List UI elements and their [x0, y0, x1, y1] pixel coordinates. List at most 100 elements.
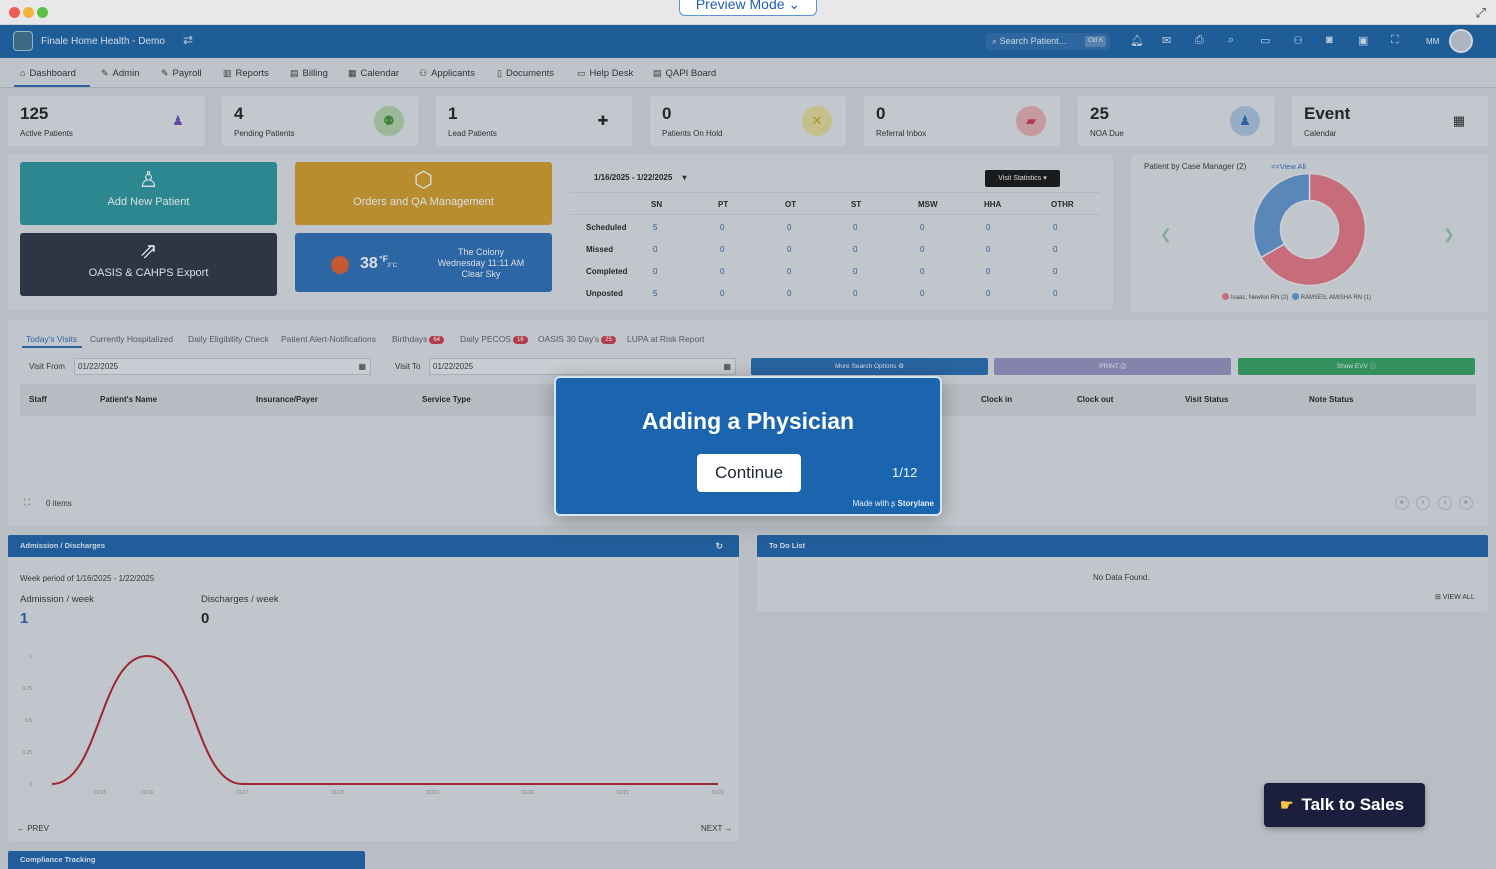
- column-header[interactable]: Visit Status: [1185, 395, 1228, 404]
- stats-value-link[interactable]: 0: [986, 223, 990, 232]
- column-header[interactable]: Insurance/Payer: [256, 395, 318, 404]
- nav-item-qapi-board[interactable]: ▤ QAPI Board: [653, 68, 716, 79]
- fullscreen-icon[interactable]: ⛶: [24, 497, 30, 508]
- video-icon[interactable]: ▣: [1358, 34, 1368, 47]
- stat-card-noa-due[interactable]: 25 NOA Due ♟: [1078, 96, 1274, 146]
- orders-qa-button[interactable]: ⬡ Orders and QA Management: [295, 162, 552, 225]
- stats-value-link[interactable]: 0: [787, 245, 791, 254]
- users-icon[interactable]: ⚇: [1293, 34, 1303, 47]
- tab-birthdays[interactable]: Birthdays 64: [392, 334, 445, 344]
- stats-value-link[interactable]: 0: [986, 245, 990, 254]
- fullscreen-icon[interactable]: ⤢: [1476, 5, 1486, 21]
- search-patient-input[interactable]: ⌕ Search Patient... Ctrl K: [986, 33, 1110, 50]
- continue-button[interactable]: Continue: [697, 454, 801, 492]
- stats-value-link[interactable]: 0: [1053, 267, 1057, 276]
- last-page-button[interactable]: »: [1459, 496, 1473, 510]
- pie-prev-arrow[interactable]: ❮: [1160, 226, 1172, 243]
- close-window-button[interactable]: [9, 7, 20, 18]
- maximize-window-button[interactable]: [37, 7, 48, 18]
- oasis-cahps-export-button[interactable]: ⇗ OASIS & CAHPS Export: [20, 233, 277, 296]
- todo-view-all-link[interactable]: ⊞ VIEW ALL: [1435, 593, 1475, 601]
- stat-card-pending-patients[interactable]: 4 Pending Patients ⚉: [222, 96, 418, 146]
- stats-value-link[interactable]: 0: [920, 289, 924, 298]
- stats-value-link[interactable]: 0: [653, 245, 657, 254]
- stats-value-link[interactable]: 0: [1053, 289, 1057, 298]
- nav-item-billing[interactable]: ▤ Billing: [290, 68, 328, 79]
- visit-from-input[interactable]: 01/22/2025 ▦: [74, 358, 371, 375]
- nav-item-reports[interactable]: ▥ Reports: [223, 68, 269, 79]
- stats-value-link[interactable]: 0: [986, 267, 990, 276]
- stats-value-link[interactable]: 0: [853, 289, 857, 298]
- refresh-icon[interactable]: ↻: [715, 535, 723, 557]
- bell-icon[interactable]: 🔔︎: [1130, 34, 1144, 47]
- camera-icon[interactable]: ◙: [1326, 34, 1333, 46]
- prev-week-button[interactable]: ← PREV: [17, 824, 49, 833]
- preview-mode-dropdown[interactable]: Preview Mode ⌄: [679, 0, 817, 16]
- view-all-link[interactable]: <<View All: [1271, 162, 1306, 171]
- nav-item-applicants[interactable]: ⚇ Applicants: [419, 68, 475, 79]
- stats-value-link[interactable]: 0: [1053, 223, 1057, 232]
- stat-card-patients-on-hold[interactable]: 0 Patients On Hold ✕: [650, 96, 846, 146]
- stats-value-link[interactable]: 0: [853, 223, 857, 232]
- nav-item-documents[interactable]: ▯ Documents: [497, 68, 554, 79]
- stats-value-link[interactable]: 0: [720, 223, 724, 232]
- stats-value-link[interactable]: 0: [986, 289, 990, 298]
- visit-statistics-button[interactable]: Visit Statistics ▾: [985, 170, 1060, 187]
- first-page-button[interactable]: «: [1395, 496, 1409, 510]
- tab-daily-pecos[interactable]: Daily PECOS 16: [460, 334, 528, 344]
- stats-value-link[interactable]: 0: [720, 267, 724, 276]
- avatar[interactable]: [1449, 29, 1473, 53]
- tab-patient-alert-notifications[interactable]: Patient Alert-Notifications: [281, 334, 376, 344]
- stats-value-link[interactable]: 0: [1053, 245, 1057, 254]
- visit-to-input[interactable]: 01/22/2025 ▦: [429, 358, 736, 375]
- column-header[interactable]: Clock in: [981, 395, 1012, 404]
- stat-card-lead-patients[interactable]: 1 Lead Patients ✚: [436, 96, 632, 146]
- visit-stats-date-range[interactable]: 1/16/2025 - 1/22/2025 ▾: [594, 173, 687, 182]
- print-button[interactable]: PRINT ⎙: [994, 358, 1231, 375]
- nav-item-admin[interactable]: ✎ Admin: [101, 68, 139, 79]
- stats-value-link[interactable]: 0: [853, 267, 857, 276]
- add-new-patient-button[interactable]: ♙ Add New Patient: [20, 162, 277, 225]
- column-header[interactable]: Service Type: [422, 395, 471, 404]
- column-header[interactable]: Note Status: [1309, 395, 1353, 404]
- stat-card-calendar[interactable]: Event Calendar ▦: [1292, 96, 1488, 146]
- prev-page-button[interactable]: ‹: [1416, 496, 1430, 510]
- more-search-options-button[interactable]: More Search Options ⚙: [751, 358, 988, 375]
- talk-to-sales-button[interactable]: ☛ Talk to Sales: [1264, 783, 1425, 827]
- donut-slice[interactable]: [1252, 172, 1311, 259]
- made-with-storylane[interactable]: Made with ʂ Storylane: [853, 499, 934, 508]
- tab-lupa-at-risk[interactable]: LUPA at Risk Report: [627, 334, 704, 344]
- stats-value-link[interactable]: 0: [920, 223, 924, 232]
- next-week-button[interactable]: NEXT →: [701, 824, 732, 833]
- tab-todays-visits[interactable]: Today's Visits: [26, 334, 77, 344]
- nav-item-help-desk[interactable]: ▭ Help Desk: [577, 68, 633, 79]
- minimize-window-button[interactable]: [23, 7, 34, 18]
- stats-value-link[interactable]: 0: [853, 245, 857, 254]
- stats-value-link[interactable]: 0: [787, 223, 791, 232]
- pie-next-arrow[interactable]: ❯: [1443, 226, 1455, 243]
- expand-icon[interactable]: ⛶: [1391, 34, 1399, 47]
- stat-card-referral-inbox[interactable]: 0 Referral Inbox ▰: [864, 96, 1060, 146]
- nav-item-dashboard[interactable]: ⌂ Dashboard: [20, 68, 76, 79]
- stats-value-link[interactable]: 0: [920, 245, 924, 254]
- chat-icon[interactable]: ▭: [1260, 34, 1270, 47]
- column-header[interactable]: Staff: [29, 395, 47, 404]
- switch-org-icon[interactable]: ⇄: [183, 33, 193, 47]
- print-icon[interactable]: ⎙: [1195, 34, 1204, 47]
- tab-daily-eligibility-check[interactable]: Daily Eligibility Check: [188, 334, 269, 344]
- stats-value-link[interactable]: 5: [653, 223, 657, 232]
- stats-value-link[interactable]: 0: [920, 267, 924, 276]
- stats-value-link[interactable]: 0: [787, 267, 791, 276]
- nav-item-calendar[interactable]: ▦ Calendar: [348, 68, 399, 79]
- column-header[interactable]: Clock out: [1077, 395, 1113, 404]
- mail-icon[interactable]: ✉: [1162, 34, 1171, 47]
- stat-card-active-patients[interactable]: 125 Active Patients ♟: [8, 96, 205, 146]
- show-evv-button[interactable]: Show EVV ⓘ: [1238, 358, 1475, 375]
- stats-value-link[interactable]: 5: [653, 289, 657, 298]
- nav-item-payroll[interactable]: ✎ Payroll: [161, 68, 202, 79]
- stats-value-link[interactable]: 0: [653, 267, 657, 276]
- magnifier-icon[interactable]: ⌕: [1228, 34, 1234, 47]
- next-page-button[interactable]: ›: [1438, 496, 1452, 510]
- tab-oasis-30-days[interactable]: OASIS 30 Day's 25: [538, 334, 616, 344]
- stats-value-link[interactable]: 0: [720, 289, 724, 298]
